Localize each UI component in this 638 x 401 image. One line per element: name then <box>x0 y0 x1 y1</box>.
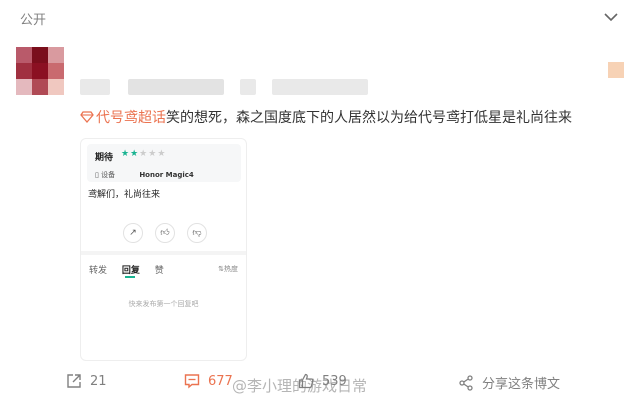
star-empty-icon: ★ <box>157 149 167 159</box>
blurred-meta <box>240 79 256 95</box>
active-tab-indicator <box>125 276 135 278</box>
thumbs-down-icon: 👎︎ <box>187 223 207 243</box>
tab-reply: 回复 <box>121 266 140 276</box>
share-arrow-icon: ↗ <box>123 223 143 243</box>
rating-label: 期待 <box>95 153 114 163</box>
phone-icon: ▯ <box>95 171 99 179</box>
avatar-pixel <box>16 63 32 79</box>
watermark: @李小理的游戏日常 <box>232 377 368 395</box>
avatar[interactable] <box>16 47 64 95</box>
star-empty-icon: ★ <box>139 149 149 159</box>
star-filled-icon: ★ <box>130 149 140 159</box>
avatar-pixel <box>48 63 64 79</box>
avatar-pixel <box>48 79 64 95</box>
share-icon <box>459 374 473 391</box>
tab-repost: 转发 <box>89 266 108 276</box>
tab-like: 赞 <box>154 266 164 276</box>
post-content: 代号鸢超话笑的想死，森之国度底下的人居然以为给代号鸢打低星是礼尚往来 <box>80 107 572 127</box>
comment-icon <box>184 374 200 389</box>
topic-icon <box>80 111 94 123</box>
review-tabs: 转发 回复 赞 <box>89 263 176 276</box>
share-label: 分享这条博文 <box>482 377 561 392</box>
review-actions: ↗ 👍︎ 👎︎ <box>123 223 207 243</box>
avatar-pixel <box>48 47 64 63</box>
embedded-image-card[interactable]: 期待 ★★★★★ ▯ 设备 Honor Magic4 鸢解们，礼尚往来 ↗ 👍︎… <box>80 138 247 361</box>
visibility-label: 公开 <box>20 13 47 28</box>
star-filled-icon: ★ <box>121 149 131 159</box>
avatar-pixel <box>32 47 48 63</box>
avatar-pixel <box>32 79 48 95</box>
sort-label: ⇅热度 <box>218 265 238 273</box>
device-label: 设备 <box>101 171 116 179</box>
avatar-pixel <box>16 47 32 63</box>
divider <box>81 251 246 255</box>
blurred-username <box>128 79 224 95</box>
review-text: 鸢解们，礼尚往来 <box>88 190 161 200</box>
empty-hint: 快来发布第一个回复吧 <box>128 300 199 308</box>
topic-link[interactable]: 代号鸢超话 <box>96 110 166 126</box>
repost-icon <box>67 374 81 388</box>
star-empty-icon: ★ <box>148 149 158 159</box>
post-text: 笑的想死，森之国度底下的人居然以为给代号鸢打低星是礼尚往来 <box>166 110 572 126</box>
avatar-pixel <box>32 63 48 79</box>
comment-button[interactable]: 677 <box>184 373 233 389</box>
blurred-badge <box>608 62 624 78</box>
device-value: Honor Magic4 <box>139 171 194 179</box>
avatar-pixel <box>16 79 32 95</box>
star-rating: ★★★★★ <box>121 149 166 159</box>
comment-count: 677 <box>208 373 233 389</box>
repost-count: 21 <box>90 373 107 389</box>
repost-button[interactable]: 21 <box>66 373 107 389</box>
chevron-down-icon[interactable] <box>604 12 618 22</box>
thumbs-up-icon: 👍︎ <box>155 223 175 243</box>
blurred-meta <box>272 79 368 95</box>
rating-panel: 期待 ★★★★★ ▯ 设备 Honor Magic4 <box>87 144 241 182</box>
device-row: ▯ 设备 Honor Magic4 <box>95 170 194 180</box>
blurred-username <box>80 79 110 95</box>
share-button[interactable]: 分享这条博文 <box>458 373 560 392</box>
